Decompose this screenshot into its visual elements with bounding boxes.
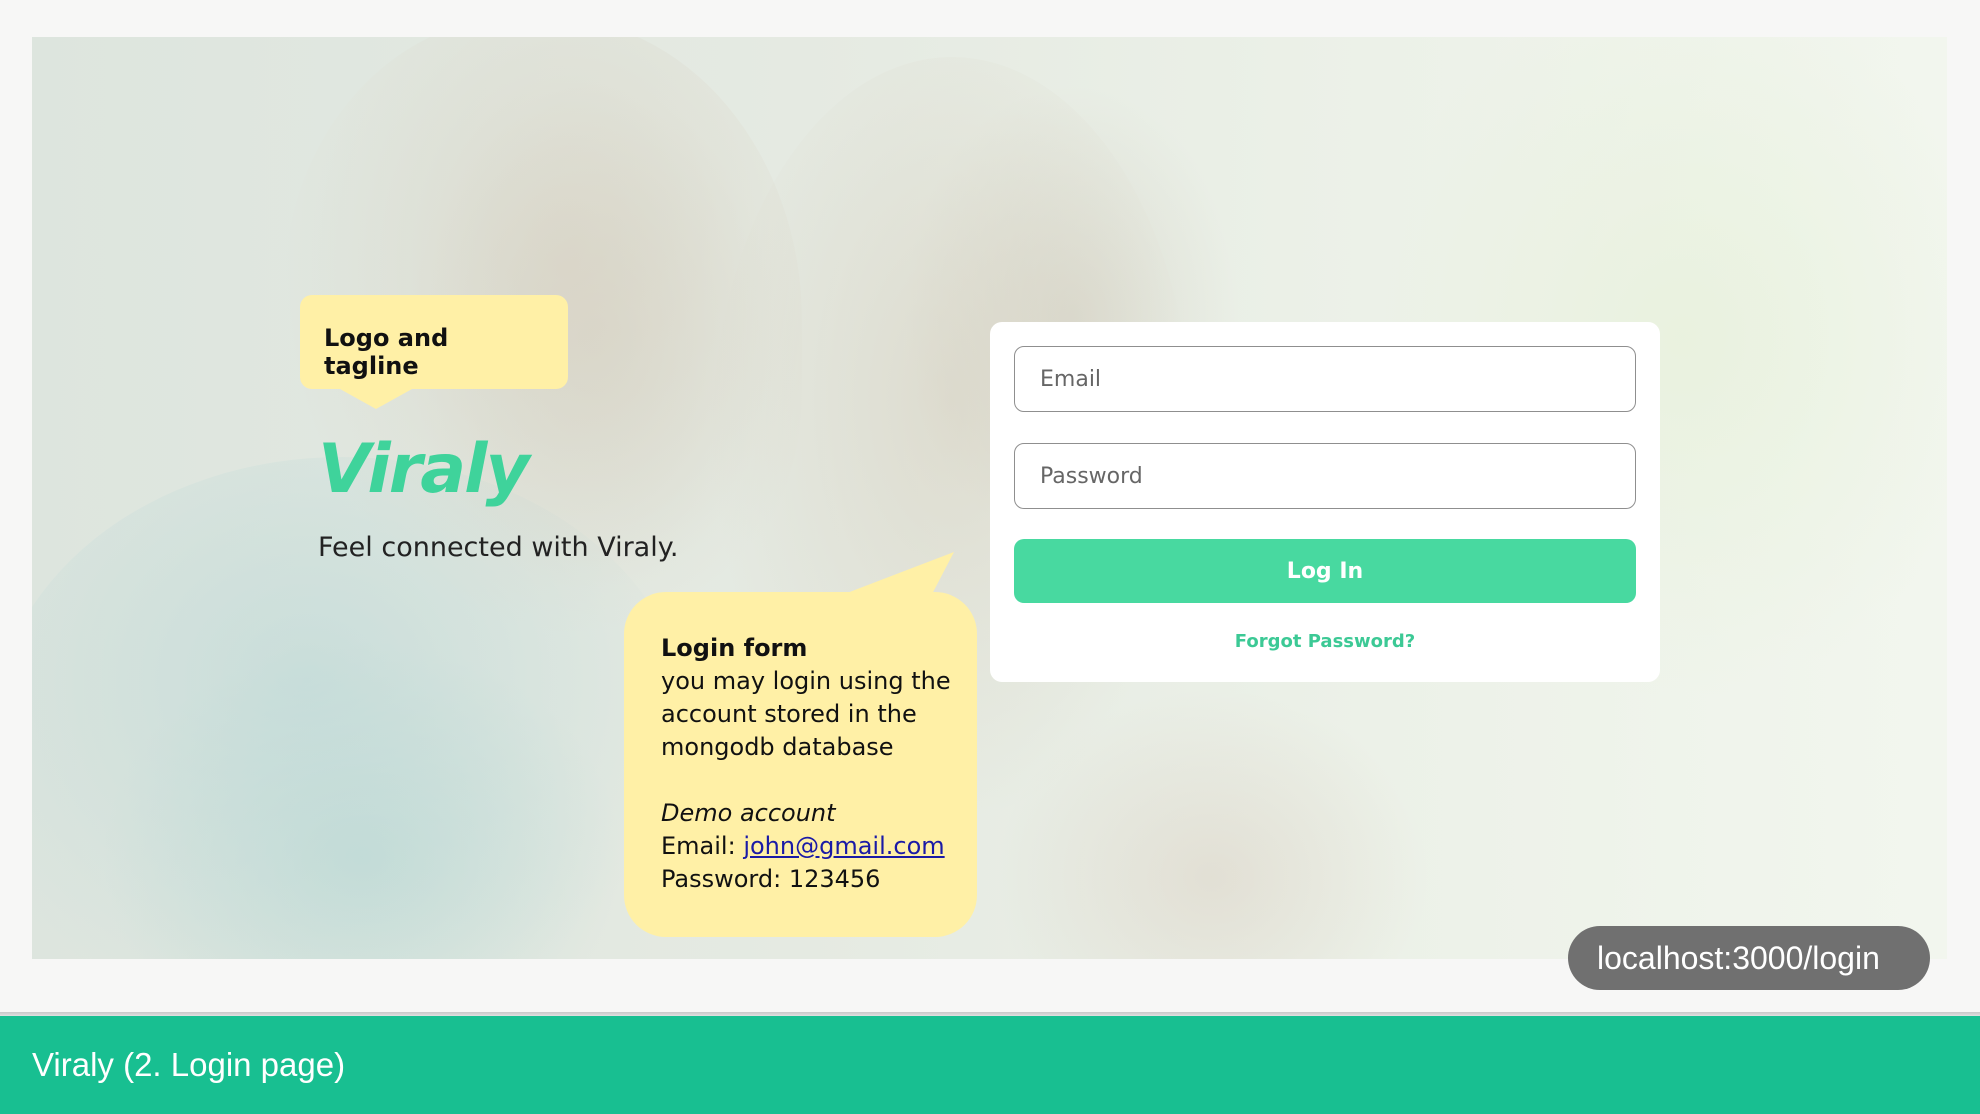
footer-title: Viraly (2. Login page) bbox=[32, 1046, 346, 1083]
login-form-card: Log In Forgot Password? bbox=[990, 322, 1660, 682]
demo-email-prefix: Email: bbox=[661, 832, 744, 860]
demo-email-link[interactable]: john@gmail.com bbox=[743, 832, 944, 860]
demo-password-value: 123456 bbox=[788, 865, 881, 893]
demo-password-line: Password: 123456 bbox=[661, 863, 957, 896]
brand-section: Viraly Feel connected with Viraly. bbox=[318, 430, 679, 564]
viraly-logo: Viraly bbox=[318, 430, 530, 509]
login-button[interactable]: Log In bbox=[1014, 539, 1636, 603]
callout-logo-tagline: Logo and tagline bbox=[300, 295, 568, 409]
footer-bar: Viraly (2. Login page) bbox=[0, 1016, 1980, 1114]
email-field[interactable] bbox=[1014, 346, 1636, 412]
demo-email-line: Email: john@gmail.com bbox=[661, 830, 957, 863]
demo-account-label: Demo account bbox=[661, 799, 836, 827]
demo-password-prefix: Password: bbox=[661, 865, 789, 893]
callout-description: you may login using the account stored i… bbox=[661, 667, 951, 761]
callout-login-form: Login form you may login using the accou… bbox=[624, 592, 977, 937]
forgot-password-link[interactable]: Forgot Password? bbox=[1014, 631, 1636, 652]
password-field[interactable] bbox=[1014, 443, 1636, 509]
tagline: Feel connected with Viraly. bbox=[318, 532, 679, 563]
callout-title: Login form bbox=[661, 634, 808, 662]
url-badge: localhost:3000/login bbox=[1568, 926, 1930, 990]
